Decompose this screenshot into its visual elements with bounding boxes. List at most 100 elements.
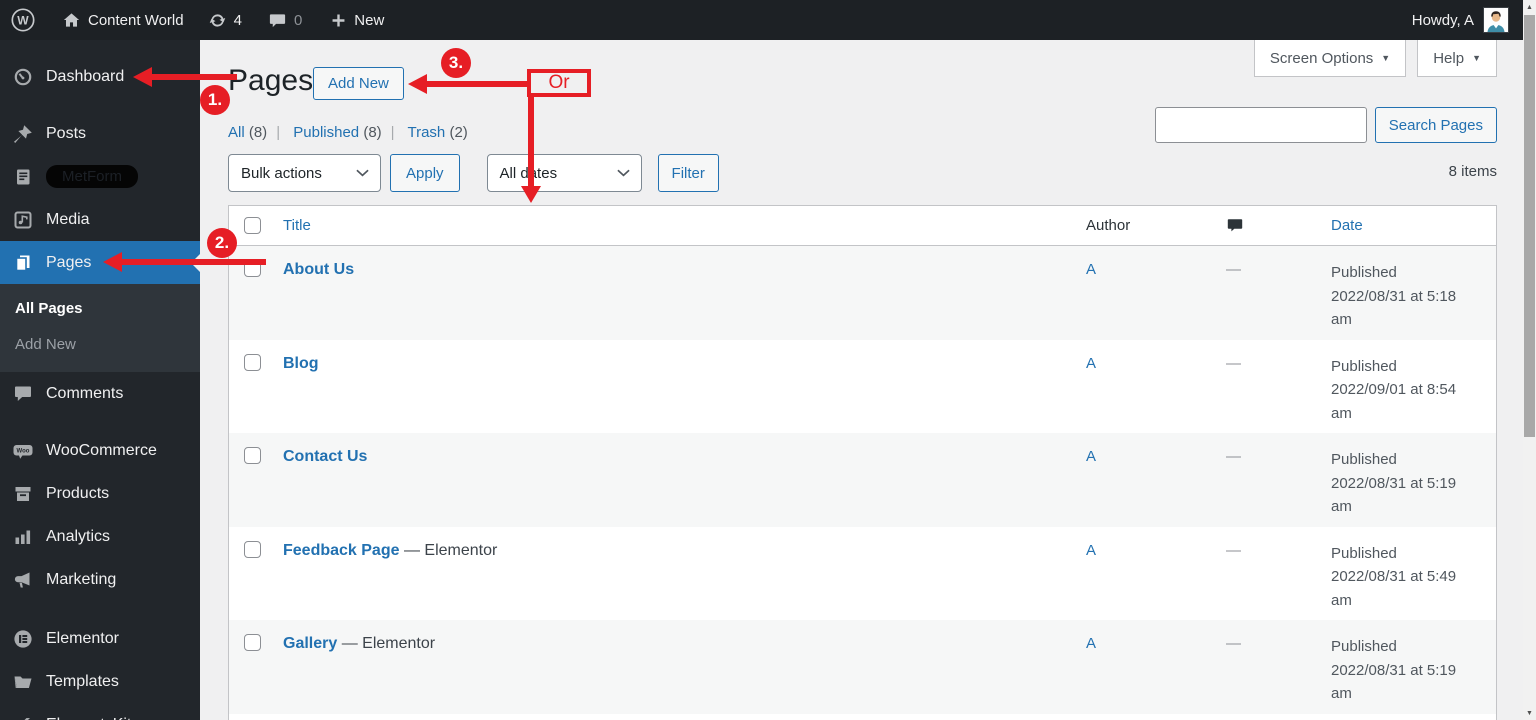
page-title-link[interactable]: About Us <box>283 261 354 278</box>
table-row-feedback-page: Feedback Page — Elementor A — Published … <box>229 526 1496 621</box>
row-comments-cell: — <box>1224 246 1329 340</box>
chevron-down-icon: ▼ <box>1472 53 1481 63</box>
row-checkbox-cell <box>229 246 269 340</box>
filter-count: (2) <box>449 124 468 141</box>
publish-datetime: 2022/08/31 at 5:49 <box>1331 568 1457 585</box>
sidebar-item-posts[interactable]: Posts <box>0 112 200 155</box>
publish-status: Published <box>1331 264 1397 281</box>
separator: | <box>390 124 395 141</box>
page-title-link[interactable]: Gallery <box>283 635 337 652</box>
site-name-menu[interactable]: Content World <box>62 0 184 40</box>
author-link[interactable]: A <box>1086 261 1096 278</box>
apply-button[interactable]: Apply <box>390 154 460 192</box>
dashboard-icon <box>13 67 33 87</box>
form-icon <box>13 167 33 187</box>
publish-datetime: 2022/08/31 at 5:19 <box>1331 474 1457 492</box>
dates-filter-select[interactable]: All dates <box>486 154 642 192</box>
no-comments-dash: — <box>1226 354 1241 372</box>
search-pages-button[interactable]: Search Pages <box>1374 107 1497 143</box>
row-date-cell: Published 2022/08/31 at 5:49 am <box>1329 527 1496 621</box>
row-checkbox[interactable] <box>244 634 261 651</box>
bulk-actions-select[interactable]: Bulk actions <box>228 154 381 192</box>
sidebar-item-marketing[interactable]: Marketing <box>0 558 200 601</box>
sidebar-item-media[interactable]: Media <box>0 198 200 241</box>
author-link[interactable]: A <box>1086 448 1096 465</box>
header-date-cell: Date <box>1329 206 1496 245</box>
admin-sidebar-menu: Dashboard Posts MetForm Media Pages All … <box>0 40 200 720</box>
sidebar-item-woocommerce[interactable]: Woo WooCommerce <box>0 429 200 472</box>
scroll-down-button[interactable]: ▼ <box>1523 706 1536 720</box>
row-date-cell: Published 2022/08/31 at 5:19 am <box>1329 433 1496 527</box>
sidebar-item-label: Dashboard <box>46 67 125 85</box>
sidebar-item-label: Products <box>46 484 110 502</box>
folder-icon <box>13 672 33 692</box>
author-link[interactable]: A <box>1086 355 1096 372</box>
author-link[interactable]: A <box>1086 635 1096 652</box>
my-account-menu[interactable]: Howdy, A <box>1412 0 1509 40</box>
sidebar-item-dashboard[interactable]: Dashboard <box>0 55 200 98</box>
filter-link-published[interactable]: Published <box>293 124 359 141</box>
row-title-cell: Blog <box>269 340 1084 434</box>
filter-link-all[interactable]: All <box>228 124 245 141</box>
archive-box-icon <box>13 484 33 504</box>
sidebar-item-metform-redacted[interactable]: MetForm <box>0 155 200 198</box>
help-button[interactable]: Help ▼ <box>1417 40 1497 77</box>
scroll-up-button[interactable]: ▲ <box>1523 0 1536 14</box>
page-title-link[interactable]: Blog <box>283 355 319 372</box>
sidebar-item-label: Elementor <box>46 629 119 647</box>
woocommerce-icon: Woo <box>13 441 33 461</box>
sidebar-item-templates[interactable]: Templates <box>0 660 200 703</box>
row-title-cell: Gallery — Elementor <box>269 620 1084 714</box>
row-checkbox[interactable] <box>244 447 261 464</box>
sidebar-item-analytics[interactable]: Analytics <box>0 515 200 558</box>
publish-status: Published <box>1331 638 1397 655</box>
no-comments-dash: — <box>1226 448 1241 465</box>
row-checkbox[interactable] <box>244 353 261 371</box>
publish-meridiem: am <box>1331 685 1352 702</box>
row-author-cell: A <box>1084 433 1224 527</box>
svg-text:Woo: Woo <box>17 448 30 454</box>
sidebar-item-label: Posts <box>46 124 87 142</box>
pages-submenu: All Pages Add New <box>0 284 200 372</box>
new-content-menu[interactable]: New <box>330 0 384 40</box>
scrollbar-thumb[interactable] <box>1524 15 1535 437</box>
sidebar-item-elementor[interactable]: Elementor <box>0 617 200 660</box>
search-input[interactable] <box>1154 107 1367 143</box>
row-author-cell: A <box>1084 527 1224 621</box>
row-comments-cell: — <box>1224 433 1329 527</box>
sort-title-link[interactable]: Title <box>283 217 311 234</box>
page-title-link[interactable]: Contact Us <box>283 448 367 465</box>
sidebar-item-elementskit[interactable]: ElementsKit <box>0 703 200 720</box>
comments-menu[interactable]: 0 <box>268 0 302 40</box>
submenu-item-add-new[interactable]: Add New <box>0 326 200 362</box>
chevron-down-icon <box>356 169 369 177</box>
author-link[interactable]: A <box>1086 542 1096 559</box>
row-checkbox[interactable] <box>244 540 261 558</box>
filter-link-trash[interactable]: Trash <box>407 124 445 141</box>
elementskit-icon <box>13 715 33 720</box>
header-title-cell: Title <box>269 206 1084 245</box>
table-row-about-us: About Us A — Published 2022/08/31 at 5:1… <box>229 246 1496 340</box>
sidebar-item-products[interactable]: Products <box>0 472 200 515</box>
title-suffix: — Elementor <box>399 541 498 559</box>
screen-options-button[interactable]: Screen Options ▼ <box>1253 40 1407 77</box>
title-suffix: — Elementor <box>337 635 436 652</box>
select-all-checkbox[interactable] <box>244 217 261 234</box>
wordpress-logo-menu[interactable]: W <box>0 0 46 40</box>
submenu-item-all-pages[interactable]: All Pages <box>0 290 200 326</box>
filter-button[interactable]: Filter <box>657 154 719 192</box>
comments-bubble-icon <box>268 11 287 30</box>
row-checkbox[interactable] <box>244 260 261 277</box>
sidebar-item-comments[interactable]: Comments <box>0 372 200 415</box>
updates-menu[interactable]: 4 <box>208 0 242 40</box>
row-checkbox-cell <box>229 620 269 714</box>
sidebar-item-label: Media <box>46 210 90 228</box>
sort-date-link[interactable]: Date <box>1331 217 1363 234</box>
row-title-cell: Feedback Page — Elementor <box>269 527 1084 621</box>
sidebar-item-label: ElementsKit <box>46 716 131 720</box>
page-title-link[interactable]: Feedback Page <box>283 542 400 559</box>
updates-count: 4 <box>233 11 242 29</box>
sidebar-item-label: WooCommerce <box>46 441 157 459</box>
sidebar-item-pages[interactable]: Pages <box>0 241 200 284</box>
add-new-button[interactable]: Add New <box>313 67 404 100</box>
